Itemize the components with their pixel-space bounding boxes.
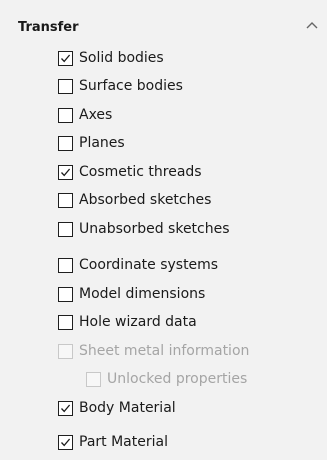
label-model-dimensions: Model dimensions <box>79 286 206 302</box>
label-coordinate-systems: Coordinate systems <box>79 257 219 273</box>
label-unlocked-properties: Unlocked properties <box>107 371 248 387</box>
option-absorbed-sketches[interactable]: Absorbed sketches <box>58 191 211 209</box>
option-unabsorbed-sketches[interactable]: Unabsorbed sketches <box>58 220 230 238</box>
option-unlocked-properties[interactable]: Unlocked properties <box>86 370 247 388</box>
label-body-material: Body Material <box>79 400 176 416</box>
checkbox-coordinate-systems[interactable] <box>58 257 73 273</box>
option-part-material[interactable]: Part Material <box>58 433 168 451</box>
checkbox-absorbed-sketches[interactable] <box>58 192 73 208</box>
label-planes: Planes <box>79 135 125 151</box>
checkbox-surface-bodies[interactable] <box>58 78 73 94</box>
option-axes[interactable]: Axes <box>58 106 112 124</box>
checkbox-part-material[interactable] <box>58 434 73 450</box>
checkbox-unlocked-properties[interactable] <box>86 371 101 387</box>
option-model-dimensions[interactable]: Model dimensions <box>58 285 205 303</box>
checkbox-planes[interactable] <box>58 135 73 151</box>
label-cosmetic-threads: Cosmetic threads <box>79 164 202 180</box>
checkbox-axes[interactable] <box>58 107 73 123</box>
option-solid-bodies[interactable]: Solid bodies <box>58 49 164 67</box>
section-title: Transfer <box>18 20 79 35</box>
checkbox-hole-wizard-data[interactable] <box>58 314 73 330</box>
transfer-panel: Transfer Solid bodies Surface bodies Axe… <box>0 0 327 460</box>
chevron-up-icon[interactable] <box>305 20 319 30</box>
checkbox-model-dimensions[interactable] <box>58 286 73 302</box>
label-absorbed-sketches: Absorbed sketches <box>79 192 212 208</box>
checkbox-solid-bodies[interactable] <box>58 50 73 66</box>
checkmark-icon <box>61 54 71 62</box>
transfer-header[interactable]: Transfer <box>0 0 327 44</box>
label-axes: Axes <box>79 107 113 123</box>
option-hole-wizard-data[interactable]: Hole wizard data <box>58 313 197 331</box>
checkbox-cosmetic-threads[interactable] <box>58 164 73 180</box>
checkbox-sheet-metal-information[interactable] <box>58 343 73 359</box>
label-sheet-metal-information: Sheet metal information <box>79 343 250 359</box>
checkmark-icon <box>61 438 71 446</box>
option-planes[interactable]: Planes <box>58 134 125 152</box>
checkmark-icon <box>61 404 71 412</box>
label-hole-wizard-data: Hole wizard data <box>79 314 197 330</box>
checkbox-unabsorbed-sketches[interactable] <box>58 221 73 237</box>
option-surface-bodies[interactable]: Surface bodies <box>58 77 183 95</box>
option-cosmetic-threads[interactable]: Cosmetic threads <box>58 163 202 181</box>
label-solid-bodies: Solid bodies <box>79 50 164 66</box>
checkbox-body-material[interactable] <box>58 400 73 416</box>
option-body-material[interactable]: Body Material <box>58 399 176 417</box>
label-part-material: Part Material <box>79 434 168 450</box>
label-unabsorbed-sketches: Unabsorbed sketches <box>79 221 230 237</box>
option-sheet-metal-information[interactable]: Sheet metal information <box>58 342 249 360</box>
option-coordinate-systems[interactable]: Coordinate systems <box>58 256 218 274</box>
checkmark-icon <box>61 168 71 176</box>
label-surface-bodies: Surface bodies <box>79 78 183 94</box>
